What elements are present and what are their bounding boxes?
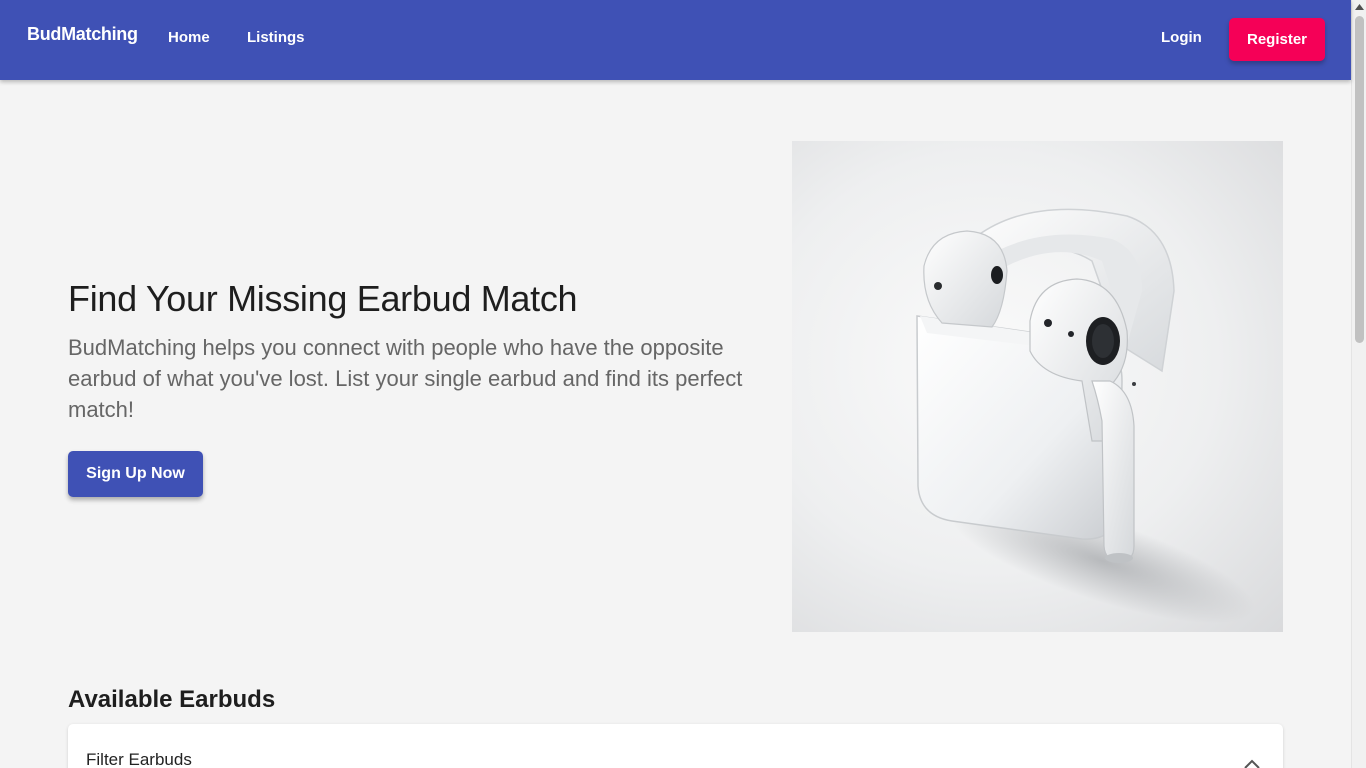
login-button[interactable]: Login: [1161, 29, 1202, 46]
filter-earbuds-panel[interactable]: Filter Earbuds: [68, 724, 1283, 768]
chevron-up-icon[interactable]: [1240, 754, 1264, 768]
scroll-up-arrow-icon[interactable]: [1352, 0, 1366, 14]
earbuds-hero-image: [792, 141, 1283, 632]
available-earbuds-title: Available Earbuds: [68, 686, 276, 713]
scrollbar-thumb[interactable]: [1355, 16, 1364, 343]
page-scrollbar[interactable]: [1351, 0, 1366, 768]
brand-logo[interactable]: BudMatching: [27, 24, 138, 45]
filter-earbuds-title: Filter Earbuds: [86, 750, 192, 768]
app-bar: BudMatching Home Listings Login Register: [0, 0, 1351, 80]
nav-listings-link[interactable]: Listings: [247, 29, 305, 46]
hero-description: BudMatching helps you connect with peopl…: [68, 335, 743, 422]
hero-title: Find Your Missing Earbud Match: [68, 278, 578, 319]
register-button[interactable]: Register: [1229, 18, 1325, 61]
nav-home-link[interactable]: Home: [168, 29, 210, 46]
sign-up-button[interactable]: Sign Up Now: [68, 451, 203, 497]
earbuds-case-illustration: [916, 208, 1255, 624]
